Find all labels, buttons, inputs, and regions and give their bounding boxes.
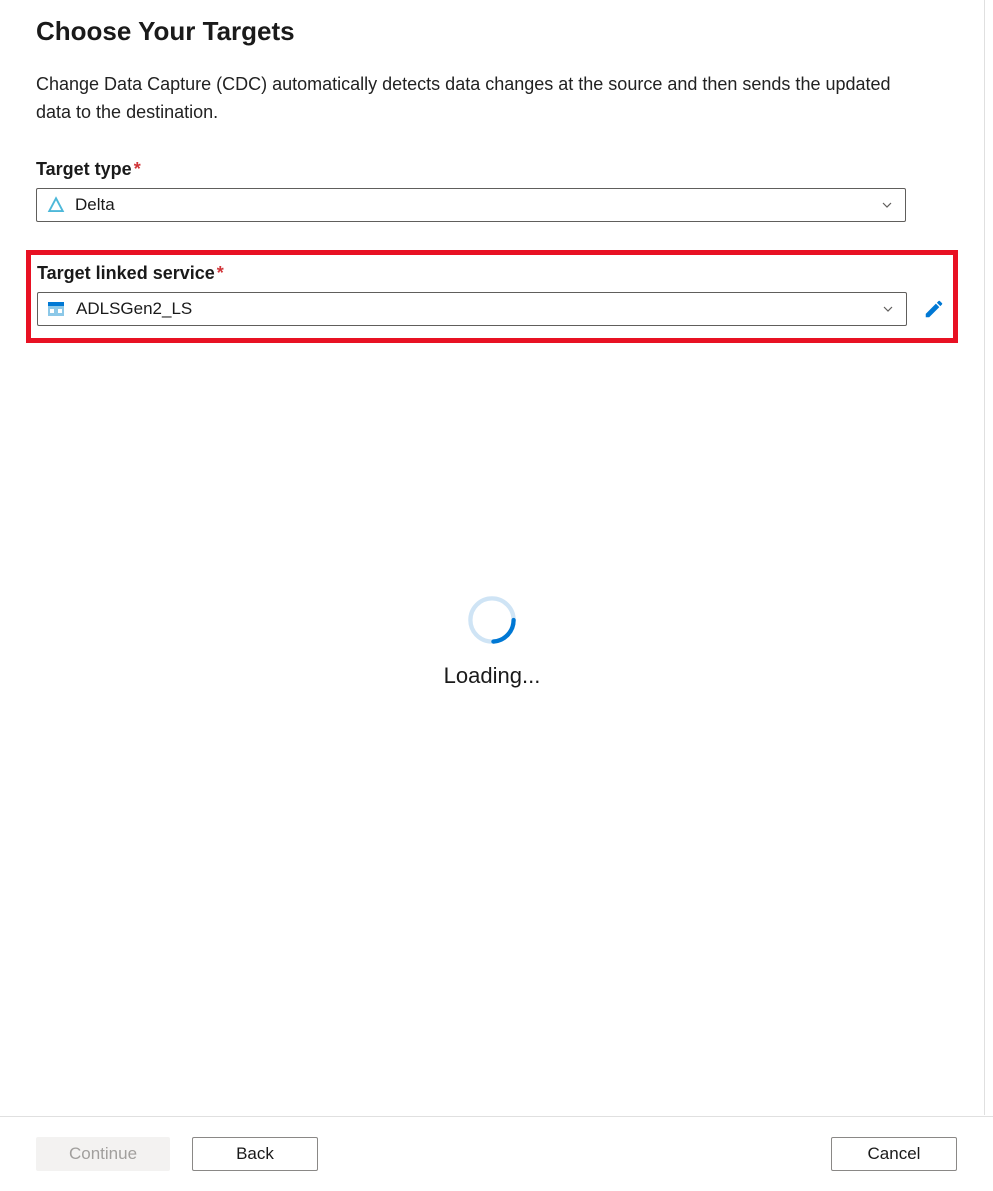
linked-service-label: Target linked service* xyxy=(37,263,947,284)
target-type-label: Target type* xyxy=(36,159,948,180)
required-indicator: * xyxy=(134,159,141,179)
linked-service-highlight: Target linked service* xyxy=(26,250,958,343)
loading-text: Loading... xyxy=(444,663,541,689)
cancel-button[interactable]: Cancel xyxy=(831,1137,957,1171)
footer: Continue Back Cancel xyxy=(0,1116,993,1191)
chevron-down-icon xyxy=(882,302,896,316)
target-type-field: Target type* Delta xyxy=(36,159,948,222)
continue-button: Continue xyxy=(36,1137,170,1171)
back-button[interactable]: Back xyxy=(192,1137,318,1171)
chevron-down-icon xyxy=(881,198,895,212)
linked-service-dropdown[interactable]: ADLSGen2_LS xyxy=(37,292,907,326)
delta-icon xyxy=(47,196,65,214)
required-indicator: * xyxy=(217,263,224,283)
page-description: Change Data Capture (CDC) automatically … xyxy=(36,71,926,127)
page-title: Choose Your Targets xyxy=(36,16,948,47)
linked-service-field: Target linked service* xyxy=(37,263,947,326)
edit-icon[interactable] xyxy=(923,298,945,320)
loading-indicator: Loading... xyxy=(36,593,948,689)
spinner-icon xyxy=(465,593,519,647)
target-type-value: Delta xyxy=(75,195,881,215)
storage-icon xyxy=(48,300,66,318)
target-type-dropdown[interactable]: Delta xyxy=(36,188,906,222)
linked-service-value: ADLSGen2_LS xyxy=(76,299,882,319)
